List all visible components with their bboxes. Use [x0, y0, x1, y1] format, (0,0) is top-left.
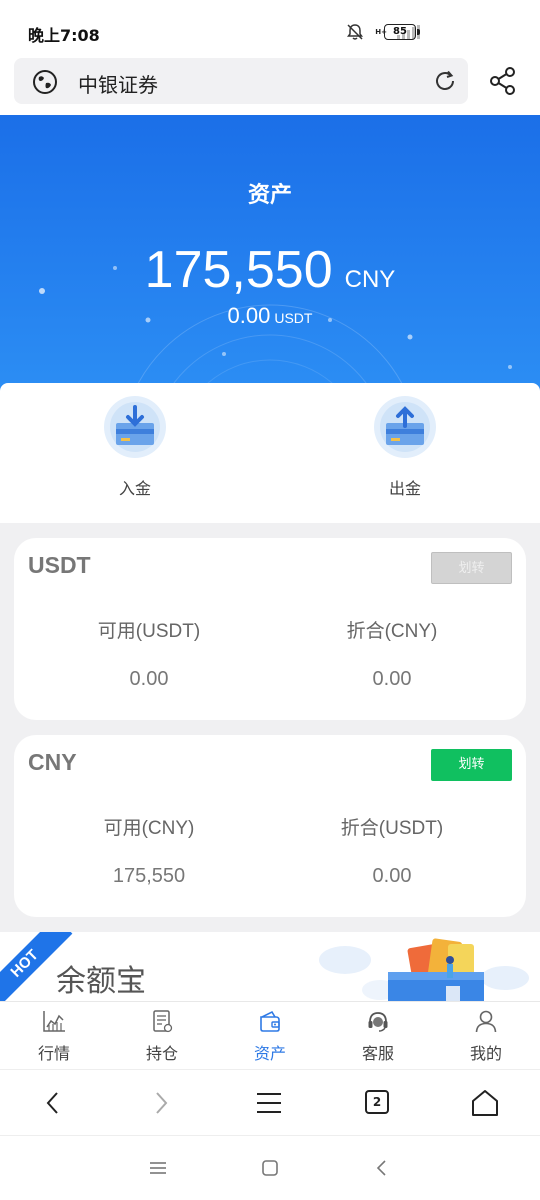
- usdt-asset-unit: USDT: [274, 310, 313, 326]
- person-icon: [475, 1010, 497, 1033]
- withdraw-button[interactable]: 出金: [345, 395, 465, 499]
- equivalent-value: 0.00: [372, 668, 412, 690]
- deposit-label: 入金: [118, 479, 151, 498]
- available-value: 0.00: [129, 668, 169, 690]
- tab-market[interactable]: 行情: [0, 1008, 108, 1064]
- recent-apps-icon[interactable]: [148, 1158, 168, 1178]
- address-bar[interactable]: 中银证券: [14, 58, 468, 104]
- tab-service[interactable]: 客服: [324, 1008, 432, 1064]
- transfer-button[interactable]: 划转: [431, 749, 512, 781]
- page-title: 中银证券: [78, 73, 158, 97]
- system-navigation-bar: [0, 1135, 540, 1200]
- usdt-account-card: USDT 划转 可用(USDT) 折合(CNY) 0.00 0.00: [14, 538, 526, 720]
- battery-icon: 85: [384, 24, 420, 40]
- chart-icon: [43, 1011, 65, 1032]
- system-home-icon[interactable]: [260, 1158, 280, 1178]
- withdraw-icon: [374, 396, 436, 458]
- cny-account-card: CNY 划转 可用(CNY) 折合(USDT) 175,550 0.00: [14, 735, 526, 917]
- total-asset-row: 175,550 CNY: [0, 240, 540, 300]
- promo-illustration: [319, 938, 529, 1002]
- asset-summary-header: 资产 175,550 CNY 0.00 USDT: [0, 115, 540, 395]
- total-asset-amount: 175,550: [144, 241, 333, 299]
- available-label: 可用(USDT): [97, 621, 201, 642]
- tab-label: 行情: [37, 1044, 70, 1063]
- wallet-icon: [260, 1010, 280, 1032]
- fund-actions: 入金 出金: [0, 383, 540, 523]
- yuebao-promo-banner[interactable]: HOT 余额宝: [0, 932, 540, 1002]
- system-back-icon[interactable]: [372, 1158, 392, 1178]
- equivalent-label: 折合(CNY): [346, 621, 438, 642]
- status-bar: 晚上7:08 H+ 85: [0, 0, 540, 58]
- bottom-tab-bar: 行情 持仓 资产 客服 我的: [0, 1001, 540, 1069]
- usdt-asset-row: 0.00 USDT: [0, 303, 540, 329]
- menu-icon[interactable]: [252, 1086, 286, 1120]
- usdt-asset-amount: 0.00: [227, 303, 271, 328]
- home-icon[interactable]: [468, 1086, 502, 1120]
- tab-label: 资产: [253, 1044, 286, 1063]
- back-icon[interactable]: [36, 1086, 70, 1120]
- globe-icon[interactable]: [32, 69, 58, 95]
- tab-label: 客服: [361, 1044, 394, 1063]
- status-time: 晚上7:08: [28, 26, 100, 45]
- available-value: 175,550: [112, 865, 186, 887]
- account-title: USDT: [28, 552, 91, 578]
- equivalent-value: 0.00: [372, 865, 412, 887]
- deposit-icon: [104, 396, 166, 458]
- available-label: 可用(CNY): [103, 818, 195, 839]
- transfer-button[interactable]: 划转: [431, 552, 512, 584]
- account-title: CNY: [28, 749, 77, 775]
- browser-toolbar: 2: [0, 1069, 540, 1135]
- asset-title: 资产: [247, 183, 292, 208]
- reload-icon[interactable]: [432, 68, 458, 94]
- tab-label: 我的: [469, 1044, 502, 1063]
- headset-icon: [368, 1012, 388, 1032]
- tab-positions[interactable]: 持仓: [108, 1008, 216, 1064]
- browser-address-area: 中银证券: [0, 58, 540, 115]
- share-icon[interactable]: [488, 66, 518, 96]
- deposit-button[interactable]: 入金: [75, 395, 195, 499]
- tab-assets[interactable]: 资产: [216, 1008, 324, 1064]
- forward-icon[interactable]: [144, 1086, 178, 1120]
- total-asset-unit: CNY: [344, 266, 396, 293]
- tab-label: 持仓: [145, 1044, 178, 1063]
- bell-muted-icon: [347, 24, 364, 40]
- promo-title: 余额宝: [56, 964, 146, 999]
- tab-profile[interactable]: 我的: [432, 1008, 540, 1064]
- tabs-count-button[interactable]: 2: [365, 1090, 389, 1114]
- document-icon: [153, 1010, 173, 1033]
- equivalent-label: 折合(USDT): [340, 818, 444, 839]
- withdraw-label: 出金: [388, 479, 421, 498]
